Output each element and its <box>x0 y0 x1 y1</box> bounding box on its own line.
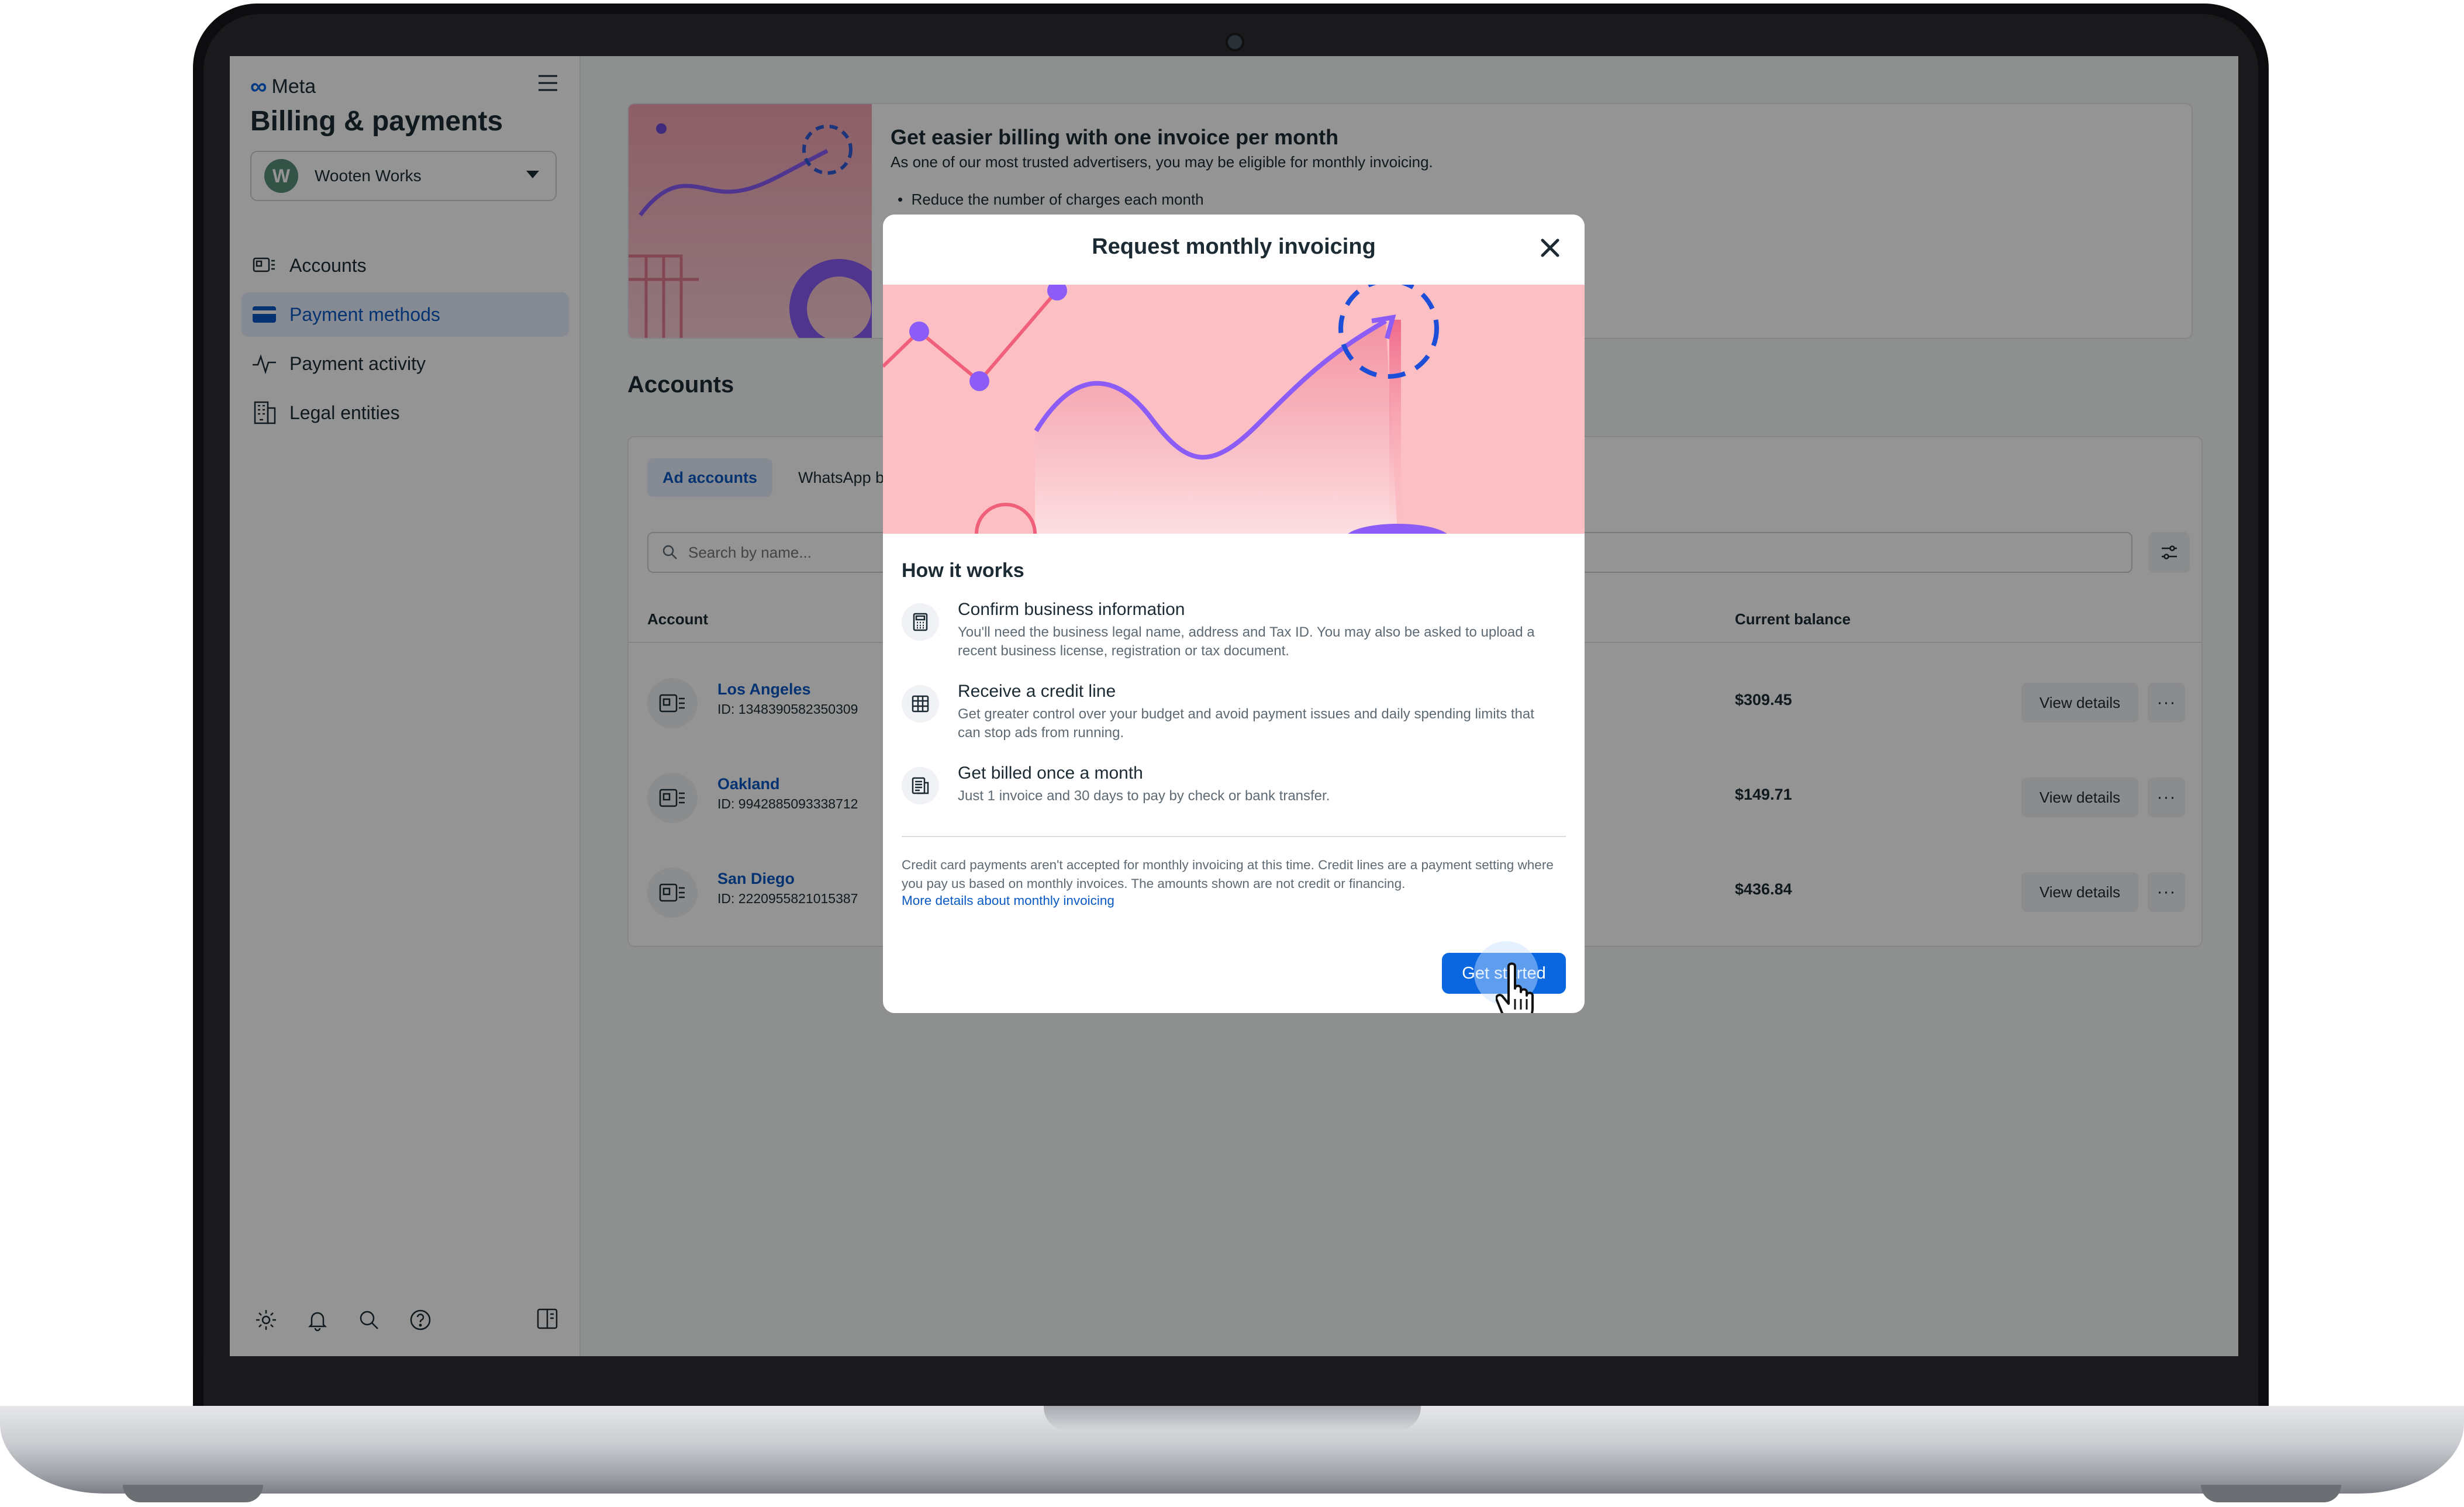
divider <box>902 836 1566 837</box>
fine-print: Credit card payments aren't accepted for… <box>902 858 1554 891</box>
step-description: Get greater control over your budget and… <box>958 706 1534 741</box>
more-details-link[interactable]: More details about monthly invoicing <box>902 893 1114 908</box>
laptop-foot-left <box>123 1485 263 1502</box>
close-icon[interactable] <box>1537 234 1564 261</box>
camera <box>1228 35 1242 49</box>
laptop-bezel-bottom <box>203 1356 2258 1412</box>
step-description: You'll need the business legal name, add… <box>958 624 1535 659</box>
how-it-works-heading: How it works <box>902 559 1024 582</box>
hero-illustration <box>883 285 1585 534</box>
laptop-foot-right <box>2201 1485 2341 1502</box>
step-description: Just 1 invoice and 30 days to pay by che… <box>958 788 1330 804</box>
step-title: Receive a credit line <box>958 682 1116 701</box>
step-title: Get billed once a month <box>958 763 1143 783</box>
dialog-title: Request monthly invoicing <box>1092 234 1376 259</box>
hand-cursor-icon <box>1495 962 1548 1013</box>
table-icon <box>902 685 939 723</box>
monthly-invoicing-dialog: Request monthly invoicing How it works C… <box>883 215 1585 1013</box>
screen: ∞ Meta Billing & payments W Wooten Works… <box>230 56 2238 1356</box>
calculator-icon <box>902 603 939 641</box>
step-title: Confirm business information <box>958 600 1185 619</box>
laptop-base-notch <box>1044 1406 1421 1430</box>
bills-icon <box>902 767 939 804</box>
